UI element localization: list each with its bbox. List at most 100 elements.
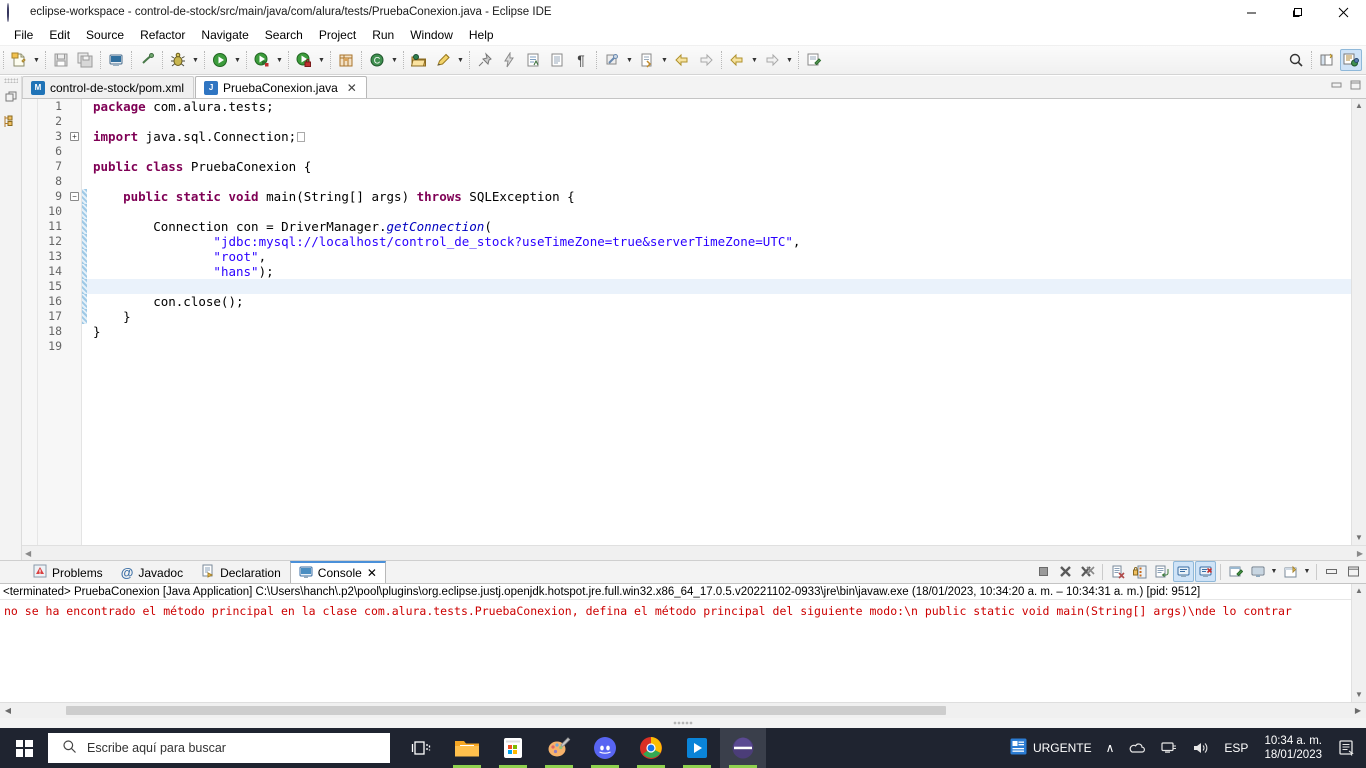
code-line[interactable]: "root", bbox=[87, 249, 1351, 264]
profile-lock-icon[interactable] bbox=[293, 49, 315, 71]
source-code[interactable]: package com.alura.tests; import java.sql.… bbox=[87, 99, 1351, 545]
menu-help[interactable]: Help bbox=[461, 25, 502, 45]
code-line[interactable]: } bbox=[87, 309, 1351, 324]
console-scroll-up-icon[interactable]: ▲ bbox=[1355, 584, 1363, 598]
tab-problems[interactable]: Problems bbox=[24, 561, 112, 583]
menu-search[interactable]: Search bbox=[257, 25, 311, 45]
taskbar-search-input[interactable]: Escribe aquí para buscar bbox=[48, 733, 390, 763]
display-console-dropdown-icon[interactable]: ▼ bbox=[1269, 561, 1279, 582]
coverage-icon[interactable] bbox=[251, 49, 273, 71]
code-line[interactable]: } bbox=[87, 324, 1351, 339]
menu-edit[interactable]: Edit bbox=[41, 25, 78, 45]
show-hidden-icons-button[interactable]: ∧ bbox=[1100, 728, 1121, 768]
start-button[interactable] bbox=[0, 728, 48, 768]
language-indicator[interactable]: ESP bbox=[1218, 728, 1254, 768]
movies-tv-icon[interactable] bbox=[674, 728, 720, 768]
code-line[interactable]: public static void main(String[] args) t… bbox=[87, 189, 1351, 204]
code-line[interactable] bbox=[87, 144, 1351, 159]
console-hscroll-thumb[interactable] bbox=[66, 706, 946, 715]
fold-toggle-icon[interactable]: + bbox=[68, 129, 81, 144]
volume-tray-icon[interactable] bbox=[1186, 728, 1216, 768]
maximize-panel-button[interactable] bbox=[1343, 561, 1364, 582]
console-scroll-left-icon[interactable]: ◀ bbox=[0, 706, 16, 715]
code-line[interactable] bbox=[87, 174, 1351, 189]
menu-navigate[interactable]: Navigate bbox=[193, 25, 256, 45]
link-icon[interactable] bbox=[136, 49, 158, 71]
tab-declaration[interactable]: Declaration bbox=[192, 561, 290, 583]
package-icon[interactable] bbox=[335, 49, 357, 71]
scroll-down-arrow-icon[interactable]: ▼ bbox=[1355, 531, 1363, 545]
code-line[interactable]: public class PruebaConexion { bbox=[87, 159, 1351, 174]
pin-console-button[interactable] bbox=[1225, 561, 1246, 582]
remove-launch-button[interactable] bbox=[1055, 561, 1076, 582]
run-dropdown-icon[interactable]: ▼ bbox=[232, 49, 243, 71]
package-explorer-icon[interactable] bbox=[2, 111, 20, 131]
microsoft-store-icon[interactable] bbox=[490, 728, 536, 768]
code-line[interactable]: con.close(); bbox=[87, 294, 1351, 309]
tab-javadoc[interactable]: @ Javadoc bbox=[112, 561, 192, 583]
console-scroll-down-icon[interactable]: ▼ bbox=[1355, 688, 1363, 702]
next-annotation-icon[interactable] bbox=[636, 49, 658, 71]
code-line[interactable] bbox=[87, 339, 1351, 354]
terminate-button[interactable] bbox=[1033, 561, 1054, 582]
code-line[interactable] bbox=[87, 204, 1351, 219]
back-history-dropdown-icon[interactable]: ▼ bbox=[749, 49, 760, 71]
tab-console[interactable]: Console ✕ bbox=[289, 561, 386, 583]
scroll-lock-button[interactable] bbox=[1129, 561, 1150, 582]
console-scroll-right-icon[interactable]: ▶ bbox=[1350, 706, 1366, 715]
restore-view-icon[interactable] bbox=[2, 87, 20, 107]
minimize-panel-button[interactable] bbox=[1321, 561, 1342, 582]
document-a-icon[interactable] bbox=[522, 49, 544, 71]
clear-console-button[interactable] bbox=[1107, 561, 1128, 582]
minimize-window-button[interactable] bbox=[1228, 0, 1274, 24]
menu-file[interactable]: File bbox=[6, 25, 41, 45]
forward-arrow-gray-icon[interactable] bbox=[761, 49, 783, 71]
external-tools-dropdown-icon[interactable]: ▼ bbox=[624, 49, 635, 71]
lightning-icon[interactable] bbox=[498, 49, 520, 71]
onedrive-tray-icon[interactable] bbox=[1122, 728, 1152, 768]
close-console-tab-icon[interactable]: ✕ bbox=[367, 566, 377, 580]
task-view-icon[interactable] bbox=[398, 728, 444, 768]
save-icon[interactable] bbox=[50, 49, 72, 71]
code-line[interactable] bbox=[87, 114, 1351, 129]
folding-ruler[interactable]: + − bbox=[68, 99, 82, 545]
coverage-dropdown-icon[interactable]: ▼ bbox=[274, 49, 285, 71]
show-console-on-stderr-button[interactable] bbox=[1195, 561, 1216, 582]
panel-resize-grip[interactable] bbox=[0, 718, 1366, 728]
open-console-dropdown-icon[interactable]: ▼ bbox=[1302, 561, 1312, 582]
code-line[interactable]: import java.sql.Connection; bbox=[87, 129, 1351, 144]
back-arrow-yellow-icon[interactable] bbox=[726, 49, 748, 71]
scroll-left-arrow-icon[interactable]: ◀ bbox=[25, 549, 31, 558]
forward-arrow-icon[interactable] bbox=[695, 49, 717, 71]
code-line[interactable]: package com.alura.tests; bbox=[87, 99, 1351, 114]
tab-pom-xml[interactable]: M control-de-stock/pom.xml bbox=[22, 76, 195, 98]
code-line[interactable]: "jdbc:mysql://localhost/control_de_stock… bbox=[87, 234, 1351, 249]
document-icon[interactable] bbox=[546, 49, 568, 71]
maximize-editor-icon[interactable] bbox=[1350, 78, 1362, 96]
word-wrap-button[interactable] bbox=[1151, 561, 1172, 582]
code-editor[interactable]: 1 2 3 6 7 8 9 10 11 12 13 14 15 16 17 18 19 + − package c… bbox=[22, 99, 1366, 545]
maximize-window-button[interactable] bbox=[1274, 0, 1320, 24]
menu-window[interactable]: Window bbox=[402, 25, 461, 45]
code-line[interactable] bbox=[87, 279, 1351, 294]
minimize-editor-icon[interactable] bbox=[1331, 78, 1343, 96]
pilcrow-icon[interactable]: ¶ bbox=[570, 49, 592, 71]
open-console-button[interactable] bbox=[1280, 561, 1301, 582]
scroll-right-arrow-icon[interactable]: ▶ bbox=[1357, 549, 1363, 558]
new-editor-icon[interactable] bbox=[803, 49, 825, 71]
back-arrow-icon[interactable] bbox=[671, 49, 693, 71]
menu-refactor[interactable]: Refactor bbox=[132, 25, 193, 45]
run-play-icon[interactable] bbox=[209, 49, 231, 71]
pin-icon[interactable] bbox=[474, 49, 496, 71]
open-perspective-icon[interactable] bbox=[1316, 49, 1338, 71]
pencil-dropdown-icon[interactable]: ▼ bbox=[455, 49, 466, 71]
pencil-icon[interactable] bbox=[432, 49, 454, 71]
java-perspective-icon[interactable] bbox=[1340, 49, 1362, 71]
forward-history-dropdown-icon[interactable]: ▼ bbox=[784, 49, 795, 71]
action-center-button[interactable] bbox=[1332, 739, 1362, 757]
debug-dropdown-icon[interactable]: ▼ bbox=[190, 49, 201, 71]
editor-horizontal-scrollbar[interactable]: ◀ ▶ bbox=[22, 545, 1366, 560]
new-file-icon[interactable] bbox=[8, 49, 30, 71]
open-type-icon[interactable] bbox=[408, 49, 430, 71]
code-line[interactable]: "hans"); bbox=[87, 264, 1351, 279]
